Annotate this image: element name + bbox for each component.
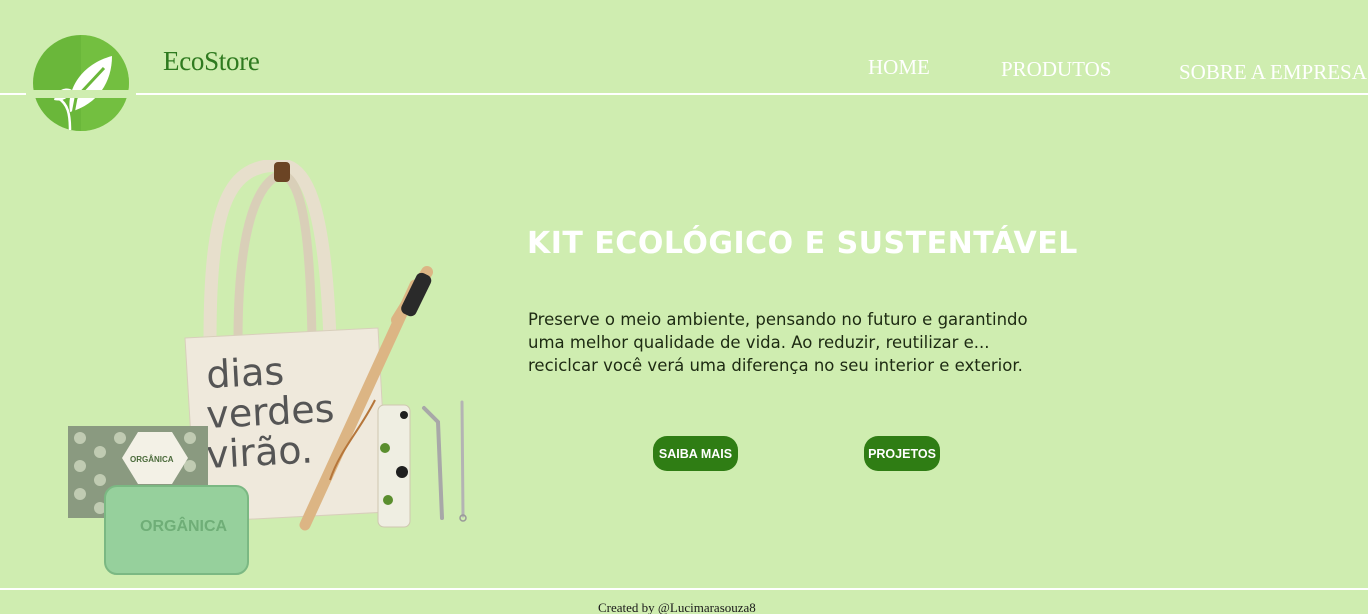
eco-kit-image: dias verdes virão. ORGÂNICA ORGÂNICA [60,158,480,580]
hero-title: KIT ECOLÓGICO E SUSTENTÁVEL [527,226,1078,261]
bag-text-line-3: virão. [205,427,314,477]
header-divider [0,93,1368,95]
soap-brand-top: ORGÂNICA [130,455,174,464]
soap-brand-bottom: ORGÂNICA [140,516,228,535]
nav-produtos[interactable]: PRODUTOS [1001,57,1111,82]
nav-home[interactable]: HOME [868,55,930,80]
saiba-mais-button[interactable]: SAIBA MAIS [653,436,738,471]
footer-credit: Created by @Lucimarasouza8 [598,600,756,614]
footer-divider [0,588,1368,590]
hero-description: Preserve o meio ambiente, pensando no fu… [528,310,1028,375]
leaf-logo-icon [33,35,129,131]
brand-name[interactable]: EcoStore [163,46,260,77]
nav-sobre-a-empresa[interactable]: SOBRE A EMPRESA [1179,60,1367,85]
logo[interactable] [32,34,130,132]
projetos-button[interactable]: PROJETOS [864,436,940,471]
